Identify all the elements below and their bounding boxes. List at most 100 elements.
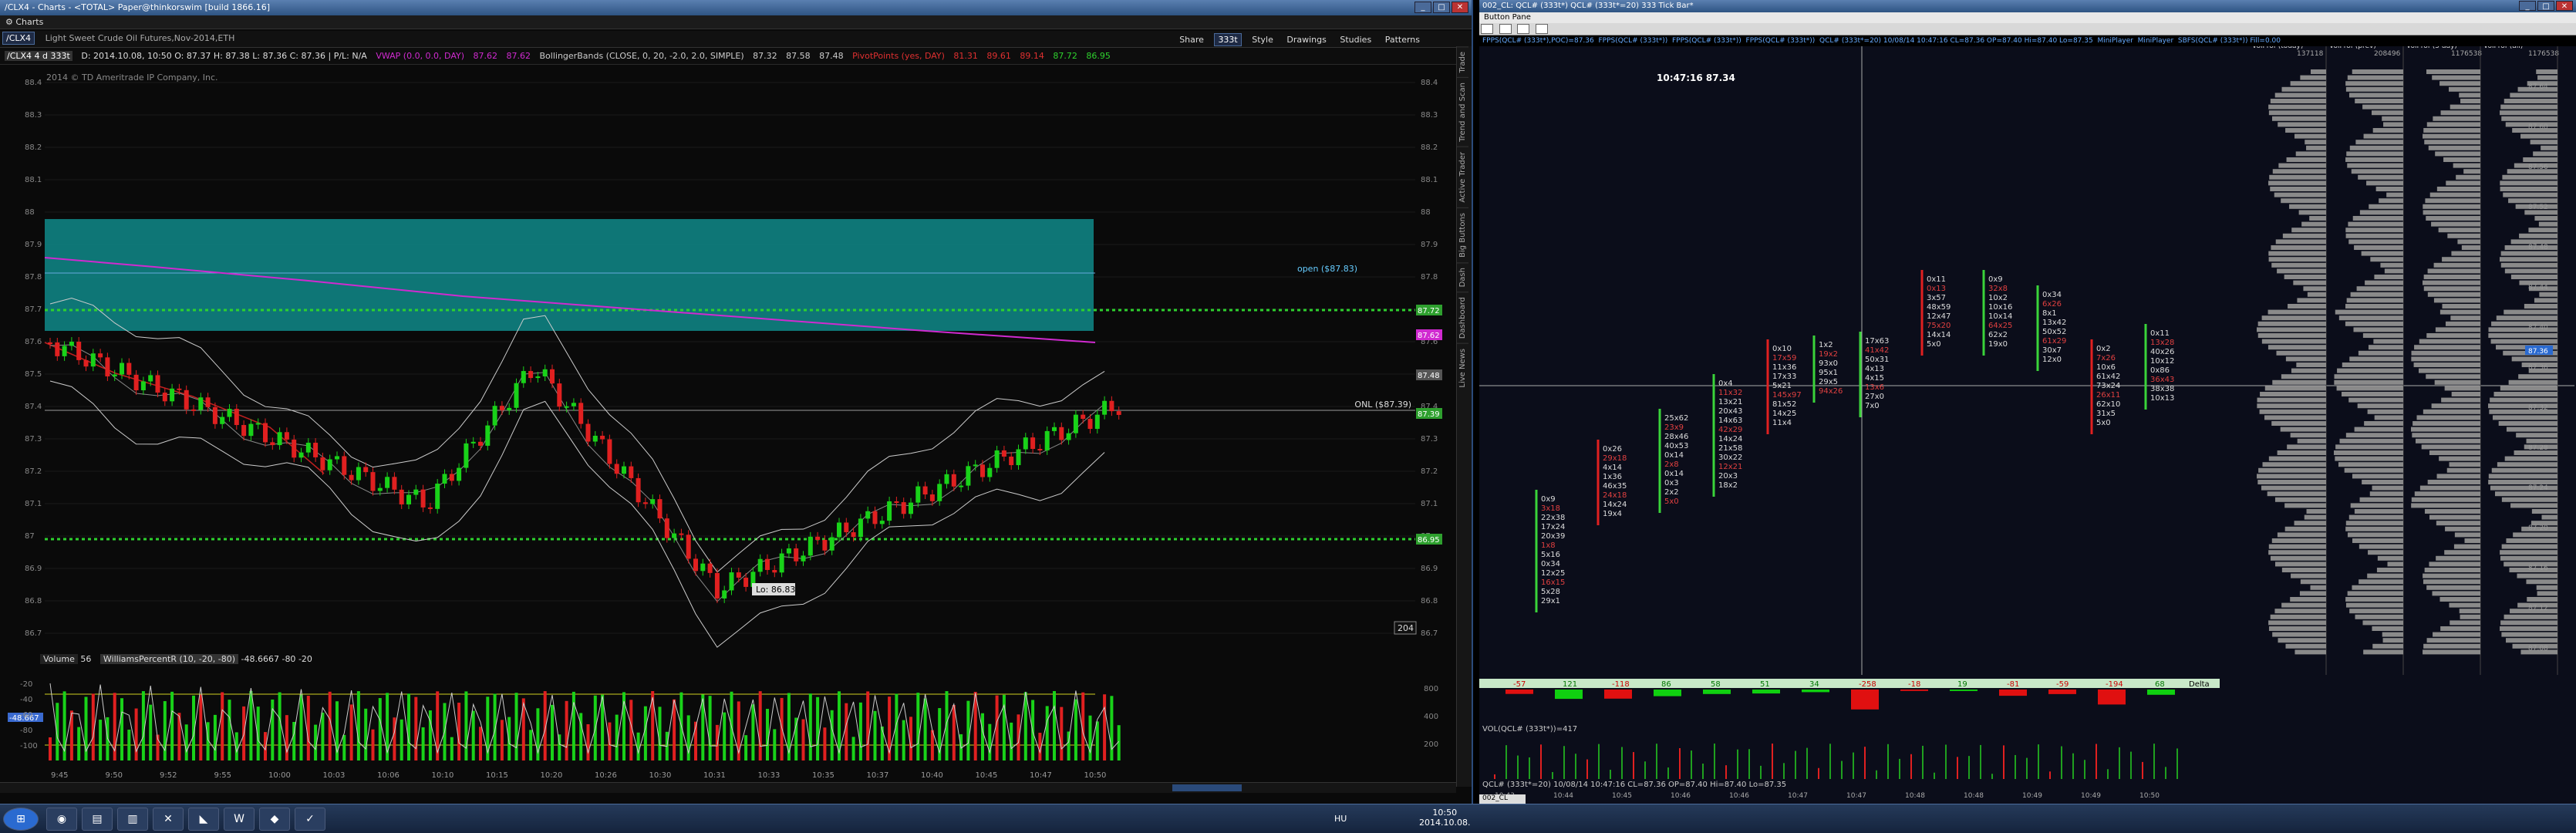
- tab-big-buttons[interactable]: Big Buttons: [1457, 207, 1468, 262]
- bollinger-label[interactable]: BollingerBands (CLOSE, 0, 20, -2.0, 2.0,…: [540, 51, 744, 61]
- footprint-cell: 0x10: [1772, 345, 1792, 353]
- app-icon-4[interactable]: ✓: [295, 808, 325, 831]
- system-clock[interactable]: 10:50 2014.10.08.: [1419, 808, 1470, 828]
- tab-dashboard[interactable]: Dashboard: [1457, 292, 1468, 344]
- bottom-tab[interactable]: 002_CL: [1479, 794, 1526, 804]
- vol-profile-row: [2362, 333, 2403, 338]
- tab-trade[interactable]: Trade: [1457, 46, 1468, 78]
- right-minimize-button[interactable]: _: [2519, 1, 2536, 11]
- vol-profile-row: [2520, 133, 2557, 139]
- ind-tab-8[interactable]: SBFS(QCL# (333t*)) Fill=0.00: [2178, 37, 2281, 45]
- candle-body: [342, 456, 347, 475]
- candle-body: [693, 558, 698, 572]
- price-axis: 88.4 88.4 88.3 88.3 88.2 88.2 88.1 88.1 88 88 87.9…: [25, 79, 1438, 638]
- minimize-button[interactable]: _: [1414, 2, 1431, 13]
- ind-tab-2[interactable]: FPPS(QCL# (333t*)): [1598, 37, 1667, 45]
- vol-profile-row: [2443, 157, 2480, 162]
- right-maximize-button[interactable]: □: [2537, 1, 2554, 11]
- vol-profile-row: [2257, 480, 2326, 484]
- tab-dash[interactable]: Dash: [1457, 261, 1468, 292]
- horizontal-scrollbar[interactable]: [0, 782, 1456, 793]
- language-indicator[interactable]: HU: [1334, 814, 1347, 824]
- candle-body: [435, 484, 440, 509]
- vol-pane-label[interactable]: VOL(QCL# (333t*))=417: [1482, 725, 1577, 734]
- delta-pane[interactable]: -57 121 -118 86 58 51 34 -258 -18 19 -81 -59 -194 68 D…: [1479, 679, 2576, 725]
- vol-profile-row: [2304, 514, 2326, 520]
- vol-profile-row: [2492, 415, 2557, 420]
- right-close-button[interactable]: ✕: [2556, 1, 2573, 11]
- volume-bar: [500, 720, 504, 760]
- volume-bar: [952, 705, 956, 760]
- volume-label[interactable]: Volume: [40, 654, 78, 664]
- candle-body: [427, 507, 433, 509]
- button-pane[interactable]: Button Pane: [1479, 12, 2576, 23]
- right-window-titlebar[interactable]: 002_CL: QCL# (333t*) QCL# (333t*=20) 333…: [1479, 0, 2576, 12]
- zoom-out-icon[interactable]: [1535, 24, 1548, 34]
- footprint-chart[interactable]: 10:47:16 87.34 0x93x1822x3817x2420x391x8…: [1479, 46, 2576, 679]
- vol-profile-row: [2426, 122, 2480, 127]
- pivot-value-4: 87.72: [1053, 51, 1077, 61]
- ind-tab-6[interactable]: MiniPlayer: [2097, 37, 2133, 45]
- volume-williams-pane[interactable]: -48.667 -20-40-60-80-100800400200: [0, 668, 1456, 768]
- vol-profile-row: [2453, 163, 2480, 168]
- vol-profile-row: [2307, 292, 2326, 297]
- tab-trend-scan[interactable]: Trend and Scan: [1457, 77, 1468, 147]
- price-badge-text: 86.95: [1418, 536, 1440, 545]
- patterns-button[interactable]: Patterns: [1380, 33, 1425, 46]
- vol-profile-row: [2490, 397, 2557, 403]
- tab-live-news[interactable]: Live News: [1457, 343, 1468, 393]
- footprint-cell: 10x6: [2096, 363, 2116, 372]
- charts-menu[interactable]: ⚙ Charts: [0, 15, 49, 29]
- toolbar-button-2[interactable]: [1499, 24, 1512, 34]
- footprint-cell: 14x24: [1718, 435, 1742, 443]
- price-chart[interactable]: 2014 © TD Ameritrade IP Company, Inc. 88…: [0, 65, 1456, 666]
- explorer-icon[interactable]: ▤: [82, 808, 113, 831]
- vol-profile-row: [2355, 99, 2403, 103]
- ind-tab-5[interactable]: QCL# (333t*=20) 10/08/14 10:47:16 CL=87.…: [1819, 37, 2093, 45]
- symbol-input[interactable]: /CLX4: [2, 32, 35, 45]
- candle-body: [672, 533, 677, 538]
- tab-active-trader[interactable]: Active Trader: [1457, 147, 1468, 207]
- candle-body: [592, 435, 598, 442]
- candle-body: [629, 466, 634, 478]
- share-button[interactable]: Share: [1174, 33, 1209, 46]
- vol-profile-row: [2372, 128, 2403, 133]
- instrument-description: Light Sweet Crude Oil Futures,Nov-2014,E…: [45, 33, 235, 43]
- maximize-button[interactable]: □: [1433, 2, 1450, 13]
- williams-tick: -40: [20, 696, 32, 704]
- williams-label[interactable]: WilliamsPercentR (10, -20, -80): [99, 654, 238, 664]
- price-tick-right: 88.4: [1421, 79, 1438, 87]
- zoom-in-icon[interactable]: [1517, 24, 1529, 34]
- app-icon-1[interactable]: ✕: [153, 808, 184, 831]
- files-icon[interactable]: ▥: [117, 808, 148, 831]
- close-button[interactable]: ✕: [1452, 2, 1468, 13]
- zoom-select[interactable]: 333t: [1214, 33, 1242, 46]
- ind-tab-7[interactable]: MiniPlayer: [2138, 37, 2173, 45]
- vol-profile-row: [2345, 521, 2403, 526]
- right-toolbar: [1479, 23, 2576, 35]
- right-price-tick: 87.56: [2528, 164, 2548, 171]
- vol-profile-row: [2498, 421, 2557, 426]
- volume-bar: [923, 698, 927, 760]
- app-icon-3[interactable]: ◆: [259, 808, 290, 831]
- symbol-period[interactable]: /CLX4 4 d 333t: [5, 51, 72, 61]
- time-tick: 10:47: [1030, 771, 1052, 780]
- chrome-icon[interactable]: ◉: [46, 808, 77, 831]
- word-icon[interactable]: W: [224, 808, 255, 831]
- toolbar-button-1[interactable]: [1481, 24, 1493, 34]
- studies-button[interactable]: Studies: [1334, 33, 1377, 46]
- ind-tab-4[interactable]: FPPS(QCL# (333t*)): [1746, 37, 1816, 45]
- drawings-button[interactable]: Drawings: [1281, 33, 1331, 46]
- vwap-label[interactable]: VWAP (0.0, 0.0, DAY): [376, 51, 464, 61]
- app-icon-2[interactable]: ◣: [188, 808, 219, 831]
- footprint-cell: 0x11: [2150, 329, 2170, 338]
- scroll-thumb[interactable]: [1172, 784, 1242, 791]
- pivot-label[interactable]: PivotPoints (yes, DAY): [852, 51, 945, 61]
- price-tick-left: 87.6: [25, 338, 42, 346]
- ind-tab-3[interactable]: FPPS(QCL# (333t*)): [1672, 37, 1741, 45]
- left-window-titlebar[interactable]: /CLX4 - Charts - <TOTAL> Paper@thinkorsw…: [0, 0, 1472, 15]
- vol-profile-row: [2334, 379, 2403, 385]
- ind-tab-1[interactable]: FPPS(QCL# (333t*),POC)=87.36: [1482, 37, 1594, 45]
- start-button[interactable]: ⊞: [3, 808, 39, 831]
- style-button[interactable]: Style: [1246, 33, 1279, 46]
